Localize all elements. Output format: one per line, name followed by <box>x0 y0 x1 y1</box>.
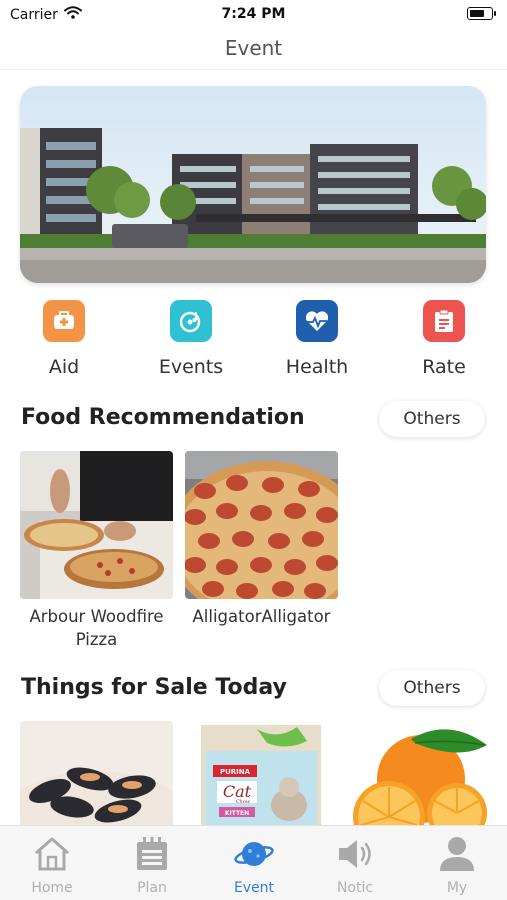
food-others-button[interactable]: Others <box>379 401 485 437</box>
nav-bar: Event <box>0 30 507 70</box>
clipboard-icon <box>423 300 465 342</box>
tab-bar: Home Plan Event Notic My <box>0 825 507 900</box>
battery-icon <box>467 7 496 20</box>
food-card-alligator[interactable]: AlligatorAlligator <box>185 451 338 628</box>
heartbeat-icon <box>296 300 338 342</box>
status-bar: Carrier 7:24 PM <box>0 0 507 28</box>
first-aid-icon <box>43 300 85 342</box>
page-title: Event <box>224 36 283 60</box>
status-time: 7:24 PM <box>221 6 286 22</box>
sale-item-mussels[interactable] <box>20 721 173 825</box>
quick-menu-events[interactable]: Events <box>141 300 241 378</box>
quick-menu-health[interactable]: Health <box>267 300 367 378</box>
calendar-icon <box>112 834 192 874</box>
quick-menu-label: Rate <box>422 356 466 378</box>
tab-label: Home <box>31 880 73 896</box>
pepperoni-pizza-image <box>185 451 338 599</box>
music-disc-icon <box>170 300 212 342</box>
bag-variant-text: KITTEN <box>225 810 249 817</box>
tab-plan[interactable]: Plan <box>112 834 192 896</box>
banner-image[interactable] <box>20 86 486 283</box>
bag-product-sub-text: Chow <box>236 799 251 805</box>
tab-notic[interactable]: Notic <box>315 834 395 896</box>
food-card-name: AlligatorAlligator <box>192 607 331 626</box>
food-section-title: Food Recommendation <box>21 405 305 430</box>
tab-label: Event <box>233 880 275 896</box>
food-card-arbour[interactable]: Arbour Woodfire Pizza <box>20 451 173 651</box>
quick-menu-aid[interactable]: Aid <box>14 300 114 378</box>
quick-menu-label: Health <box>285 356 349 378</box>
quick-menu-label: Aid <box>48 356 80 378</box>
tab-label: Plan <box>137 880 167 896</box>
quick-menu-label: Events <box>158 356 224 378</box>
tab-label: Notic <box>336 880 374 896</box>
pizza-chef-image <box>20 451 173 599</box>
sale-item-oranges[interactable] <box>349 721 489 825</box>
food-card-name: Arbour Woodfire Pizza <box>29 607 164 649</box>
sale-item-cat-food[interactable]: PURINA Cat Chow KITTEN <box>197 721 325 825</box>
tab-my[interactable]: My <box>417 834 497 896</box>
tab-home[interactable]: Home <box>12 834 92 896</box>
tab-event[interactable]: Event <box>214 834 294 896</box>
tab-label: My <box>446 880 468 896</box>
bag-brand-text: PURINA <box>220 768 251 776</box>
planet-icon <box>214 834 294 874</box>
home-icon <box>12 834 92 874</box>
quick-menu-rate[interactable]: Rate <box>394 300 494 378</box>
speaker-icon <box>315 834 395 874</box>
sale-section-title: Things for Sale Today <box>21 675 287 700</box>
sale-others-button[interactable]: Others <box>379 670 485 706</box>
user-icon <box>417 834 497 874</box>
